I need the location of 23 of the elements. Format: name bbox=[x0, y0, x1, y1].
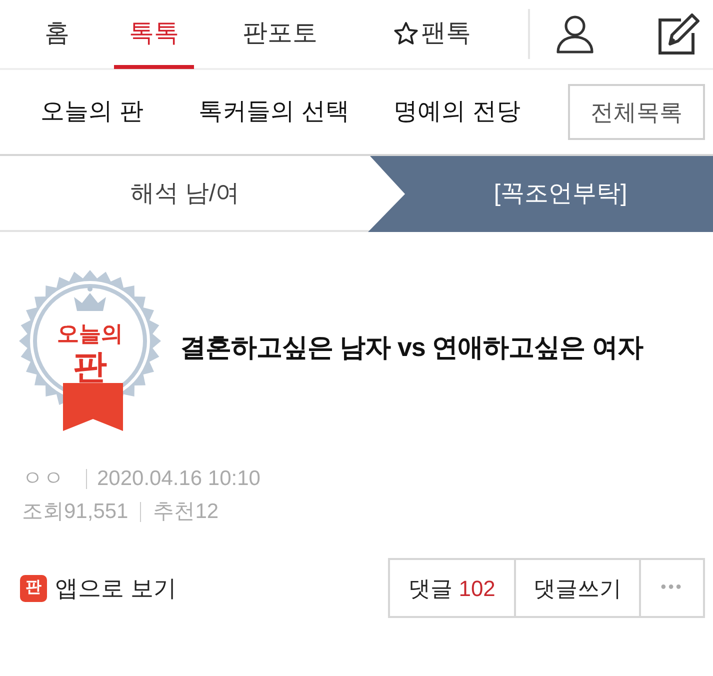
badge-text: 오늘의 bbox=[57, 321, 123, 346]
sub-nav-link[interactable]: 톡커들의 선택 bbox=[192, 94, 356, 130]
all-list-button[interactable]: 전체목록 bbox=[568, 84, 705, 140]
sub-nav-link[interactable]: 오늘의 판 bbox=[17, 94, 167, 130]
sub-nav-link[interactable]: 명예의 전당 bbox=[387, 94, 527, 130]
badge-text: 판 bbox=[73, 348, 107, 386]
write-comment-button[interactable]: 댓글쓰기 bbox=[516, 560, 641, 616]
breadcrumb-link[interactable]: 해석 남/여 bbox=[0, 156, 370, 232]
nav-tab[interactable]: 톡톡 bbox=[114, 0, 194, 69]
breadcrumb-link[interactable]: [꼭조언부탁] bbox=[368, 156, 713, 232]
user-icon[interactable] bbox=[555, 14, 595, 54]
nav-tab[interactable]: 판포토 bbox=[194, 0, 366, 69]
app-view-link[interactable]: 앱으로 보기 bbox=[55, 570, 176, 606]
nav-tab[interactable]: 팬톡 bbox=[366, 0, 498, 69]
author-name: ㅇㅇ bbox=[22, 466, 64, 492]
view-count: 조회91,551 bbox=[22, 499, 128, 525]
nav-tab[interactable]: 홈 bbox=[0, 0, 114, 69]
comments-button[interactable]: 댓글 102 bbox=[390, 560, 516, 616]
post-date: 2020.04.16 10:10 bbox=[97, 466, 260, 492]
post-title: 결혼하고싶은 남자 vs 연애하고싶은 여자 bbox=[180, 330, 643, 364]
app-icon: 판 bbox=[20, 574, 47, 602]
recommend-count: 추천12 bbox=[153, 499, 219, 525]
star-icon bbox=[393, 21, 419, 47]
